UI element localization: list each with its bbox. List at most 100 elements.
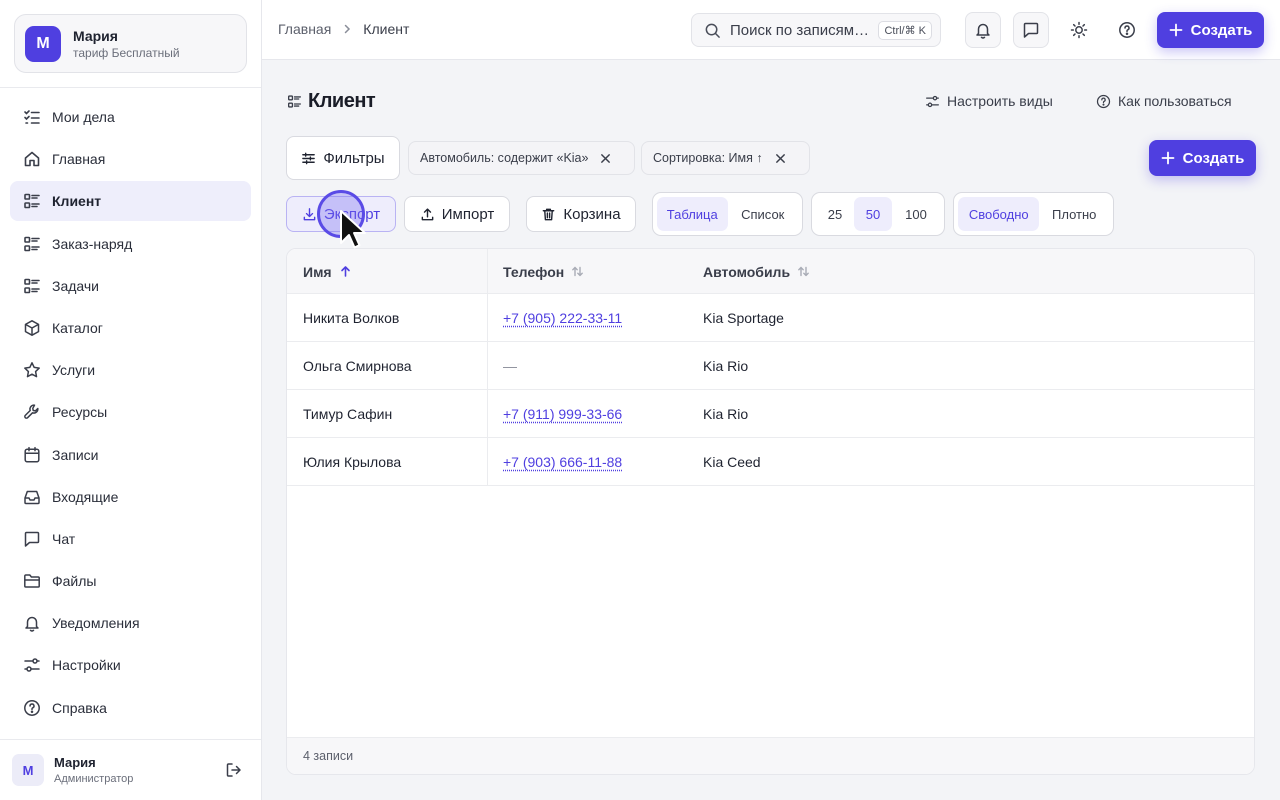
chat-button[interactable] <box>1013 12 1049 48</box>
cell-phone-link[interactable]: +7 (905) 222-33-11 <box>503 294 622 342</box>
sidebar-item-files[interactable]: Файлы <box>10 561 251 601</box>
sidebar-item-label: Клиент <box>52 193 102 210</box>
folder-icon <box>24 574 40 588</box>
trash-button[interactable]: Корзина <box>526 196 636 232</box>
plus-icon <box>1161 151 1175 165</box>
column-header-label: Имя <box>303 263 332 280</box>
sidebar-item-home[interactable]: Главная <box>10 139 251 179</box>
clients-table: Имя Телефон Автомобиль Никита Волков +7 … <box>286 248 1255 775</box>
close-icon[interactable] <box>600 153 611 164</box>
sidebar-item-inbox[interactable]: Входящие <box>10 477 251 517</box>
theme-toggle-button[interactable] <box>1061 12 1097 48</box>
sidebar-item-chat[interactable]: Чат <box>10 519 251 559</box>
plus-icon <box>1169 23 1183 37</box>
view-mode-list[interactable]: Список <box>728 197 799 231</box>
sidebar-item-work-order[interactable]: Заказ-наряд <box>10 224 251 264</box>
configure-views-label: Настроить виды <box>947 93 1053 109</box>
sort-ascending-icon <box>340 266 350 277</box>
checklist-icon <box>24 110 40 124</box>
sidebar-item-resources[interactable]: Ресурсы <box>10 392 251 432</box>
sidebar-item-catalog[interactable]: Каталог <box>10 308 251 348</box>
breadcrumb-current: Клиент <box>363 21 410 37</box>
sidebar-item-label: Каталог <box>52 319 103 336</box>
sidebar-item-notifications[interactable]: Уведомления <box>10 603 251 643</box>
table-row[interactable]: Юлия Крылова +7 (903) 666-11-88 Kia Ceed <box>287 438 1254 486</box>
import-button[interactable]: Импорт <box>404 196 510 232</box>
workspace-switcher[interactable]: М Мария тариф Бесплатный <box>14 14 247 73</box>
home-icon <box>24 151 40 167</box>
cell-phone-link[interactable]: +7 (903) 666-11-88 <box>503 438 622 486</box>
sidebar-item-appointments[interactable]: Записи <box>10 435 251 475</box>
page-size-25[interactable]: 25 <box>816 197 854 231</box>
sort-chip-name: Сортировка: Имя ↑ <box>641 141 810 175</box>
help-button[interactable] <box>1109 12 1145 48</box>
sidebar-nav: Мои дела Главная Клиент Заказ-наряд Зада… <box>10 97 251 730</box>
create-button[interactable]: Создать <box>1149 140 1256 176</box>
density-compact[interactable]: Плотно <box>1039 197 1109 231</box>
user-role: Администратор <box>54 773 134 785</box>
table-row[interactable]: Тимур Сафин +7 (911) 999-33-66 Kia Rio <box>287 390 1254 438</box>
configure-views-link[interactable]: Настроить виды <box>925 93 1053 109</box>
sidebar-item-label: Заказ-наряд <box>52 235 133 252</box>
page-title-text: Клиент <box>308 90 376 112</box>
how-to-use-link[interactable]: Как пользоваться <box>1096 93 1232 109</box>
filters-button[interactable]: Фильтры <box>286 136 400 180</box>
create-button-label: Создать <box>1182 149 1245 167</box>
table-row[interactable]: Никита Волков +7 (905) 222-33-11 Kia Spo… <box>287 294 1254 342</box>
cell-car: Kia Ceed <box>703 454 761 470</box>
page-size-50[interactable]: 50 <box>854 197 892 231</box>
workspace-name: Мария <box>73 27 118 44</box>
import-label: Импорт <box>441 205 495 223</box>
view-mode-table[interactable]: Таблица <box>657 197 728 231</box>
sidebar-item-label: Файлы <box>52 573 97 590</box>
chevron-right-icon <box>345 24 351 34</box>
logout-icon[interactable] <box>225 761 243 779</box>
sun-icon <box>1070 21 1088 39</box>
cell-phone-link[interactable]: +7 (911) 999-33-66 <box>503 390 622 438</box>
sidebar-item-services[interactable]: Услуги <box>10 350 251 390</box>
sidebar-item-my-tasks[interactable]: Мои дела <box>10 97 251 137</box>
column-header-name[interactable]: Имя <box>303 249 352 294</box>
user-name: Мария <box>54 755 96 770</box>
current-user: М Мария Администратор <box>12 754 248 786</box>
close-icon[interactable] <box>775 153 786 164</box>
sort-icon <box>798 266 809 277</box>
search-icon <box>705 23 720 38</box>
sidebar-item-label: Ресурсы <box>52 404 108 421</box>
density-toggle: Свободно Плотно <box>953 192 1114 236</box>
settings-icon <box>24 658 40 673</box>
column-header-label: Телефон <box>503 263 565 280</box>
sidebar-item-label: Чат <box>52 530 76 547</box>
chat-icon <box>1023 22 1039 38</box>
sort-icon <box>572 266 584 277</box>
list-icon <box>24 236 40 251</box>
sidebar-item-label: Задачи <box>52 277 100 294</box>
create-button-topbar[interactable]: Создать <box>1157 12 1264 48</box>
sidebar-item-client[interactable]: Клиент <box>10 181 251 222</box>
workspace-plan: тариф Бесплатный <box>73 45 180 60</box>
table-row[interactable]: Ольга Смирнова — Kia Rio <box>287 342 1254 390</box>
workspace-avatar: М <box>25 25 61 62</box>
search-input[interactable]: Поиск по записям… Ctrl/⌘ K <box>691 13 941 47</box>
page-size-toggle: 25 50 100 <box>811 192 945 236</box>
sidebar-item-label: Главная <box>52 151 106 168</box>
sidebar: М Мария тариф Бесплатный Мои дела Главна… <box>0 0 262 800</box>
sidebar-divider <box>0 87 261 88</box>
create-button-label: Создать <box>1190 21 1253 39</box>
sidebar-item-tasks[interactable]: Задачи <box>10 266 251 306</box>
cell-car: Kia Rio <box>703 406 749 422</box>
column-header-phone[interactable]: Телефон <box>503 249 584 294</box>
sidebar-divider <box>0 739 261 740</box>
sidebar-item-label: Настройки <box>52 657 121 674</box>
breadcrumb-home[interactable]: Главная <box>278 21 331 37</box>
column-header-car[interactable]: Автомобиль <box>703 249 810 294</box>
density-loose[interactable]: Свободно <box>958 197 1040 231</box>
notifications-button[interactable] <box>965 12 1001 48</box>
list-icon <box>24 278 40 294</box>
sidebar-item-help[interactable]: Справка <box>10 688 251 728</box>
sidebar-item-settings[interactable]: Настройки <box>10 645 251 685</box>
view-mode-toggle: Таблица Список <box>652 192 803 236</box>
table-header: Имя Телефон Автомобиль <box>287 249 1254 294</box>
page-size-100[interactable]: 100 <box>892 197 940 231</box>
list-icon <box>24 194 40 209</box>
